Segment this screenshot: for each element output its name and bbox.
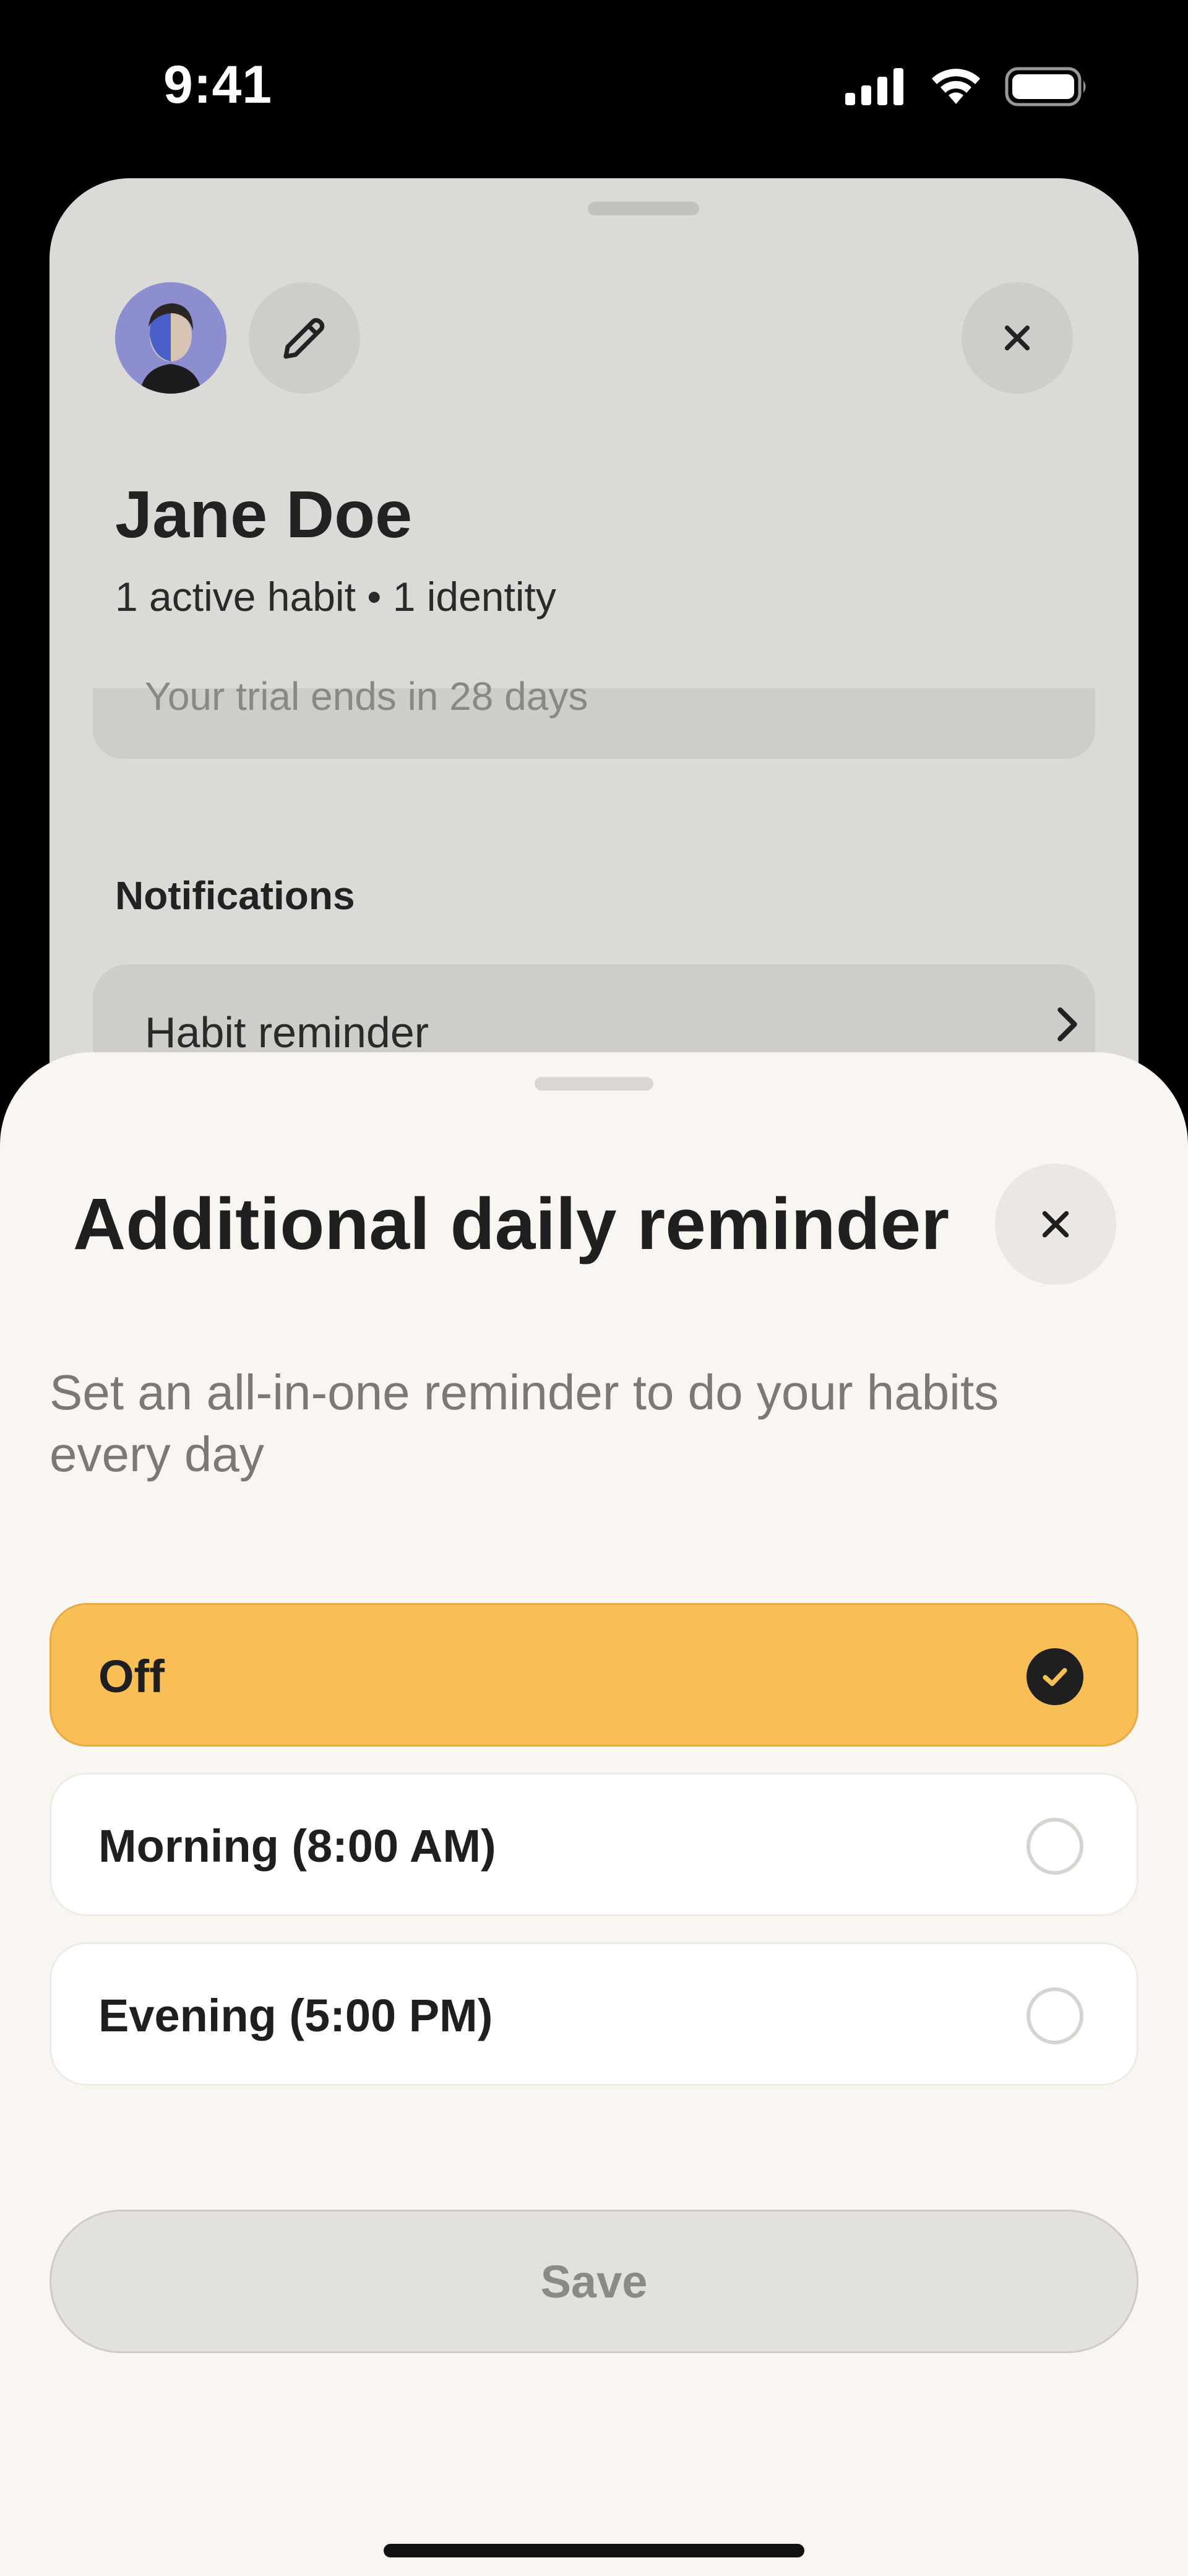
close-icon	[1042, 1211, 1069, 1238]
reminder-sheet: Additional daily reminder Set an all-in-…	[0, 1052, 1188, 2576]
sheet-grabber[interactable]	[535, 1077, 653, 1091]
edit-profile-button[interactable]	[249, 282, 360, 394]
radio-unchecked[interactable]	[1027, 1818, 1083, 1875]
battery-icon	[1005, 67, 1086, 106]
pencil-icon	[283, 318, 325, 359]
habit-reminder-label: Habit reminder	[145, 1008, 429, 1057]
reminder-option-evening[interactable]: Evening (5:00 PM)	[50, 1942, 1138, 2086]
radio-unchecked[interactable]	[1027, 1987, 1083, 2044]
profile-subtitle: 1 active habit • 1 identity	[115, 574, 556, 620]
status-icons	[845, 67, 1089, 106]
chevron-right-icon	[1057, 1007, 1077, 1042]
reminder-option-morning[interactable]: Morning (8:00 AM)	[50, 1773, 1138, 1916]
save-button[interactable]: Save	[50, 2210, 1138, 2353]
close-button[interactable]	[995, 1164, 1116, 1285]
profile-close-button[interactable]	[962, 282, 1073, 394]
checkmark-icon	[1043, 1668, 1067, 1687]
status-time: 9:41	[163, 55, 273, 115]
reminder-option-off[interactable]: Off	[50, 1603, 1138, 1747]
option-label: Morning (8:00 AM)	[98, 1820, 496, 1872]
profile-name: Jane Doe	[115, 477, 413, 551]
sheet-grabber[interactable]	[588, 202, 699, 215]
sheet-description: Set an all-in-one reminder to do your ha…	[50, 1365, 999, 1482]
option-label: Evening (5:00 PM)	[98, 1990, 493, 2041]
cellular-signal-icon	[845, 68, 903, 105]
trial-text: Your trial ends in 28 days	[145, 674, 588, 719]
home-indicator	[384, 2544, 804, 2557]
wifi-icon	[932, 69, 980, 104]
close-icon	[1004, 325, 1030, 351]
sheet-title: Additional daily reminder	[73, 1183, 950, 1265]
status-bar: 9:41	[0, 0, 1188, 173]
radio-checked[interactable]	[1027, 1648, 1083, 1705]
option-label: Off	[98, 1651, 165, 1702]
notifications-heading: Notifications	[115, 873, 355, 918]
avatar[interactable]	[115, 282, 226, 394]
